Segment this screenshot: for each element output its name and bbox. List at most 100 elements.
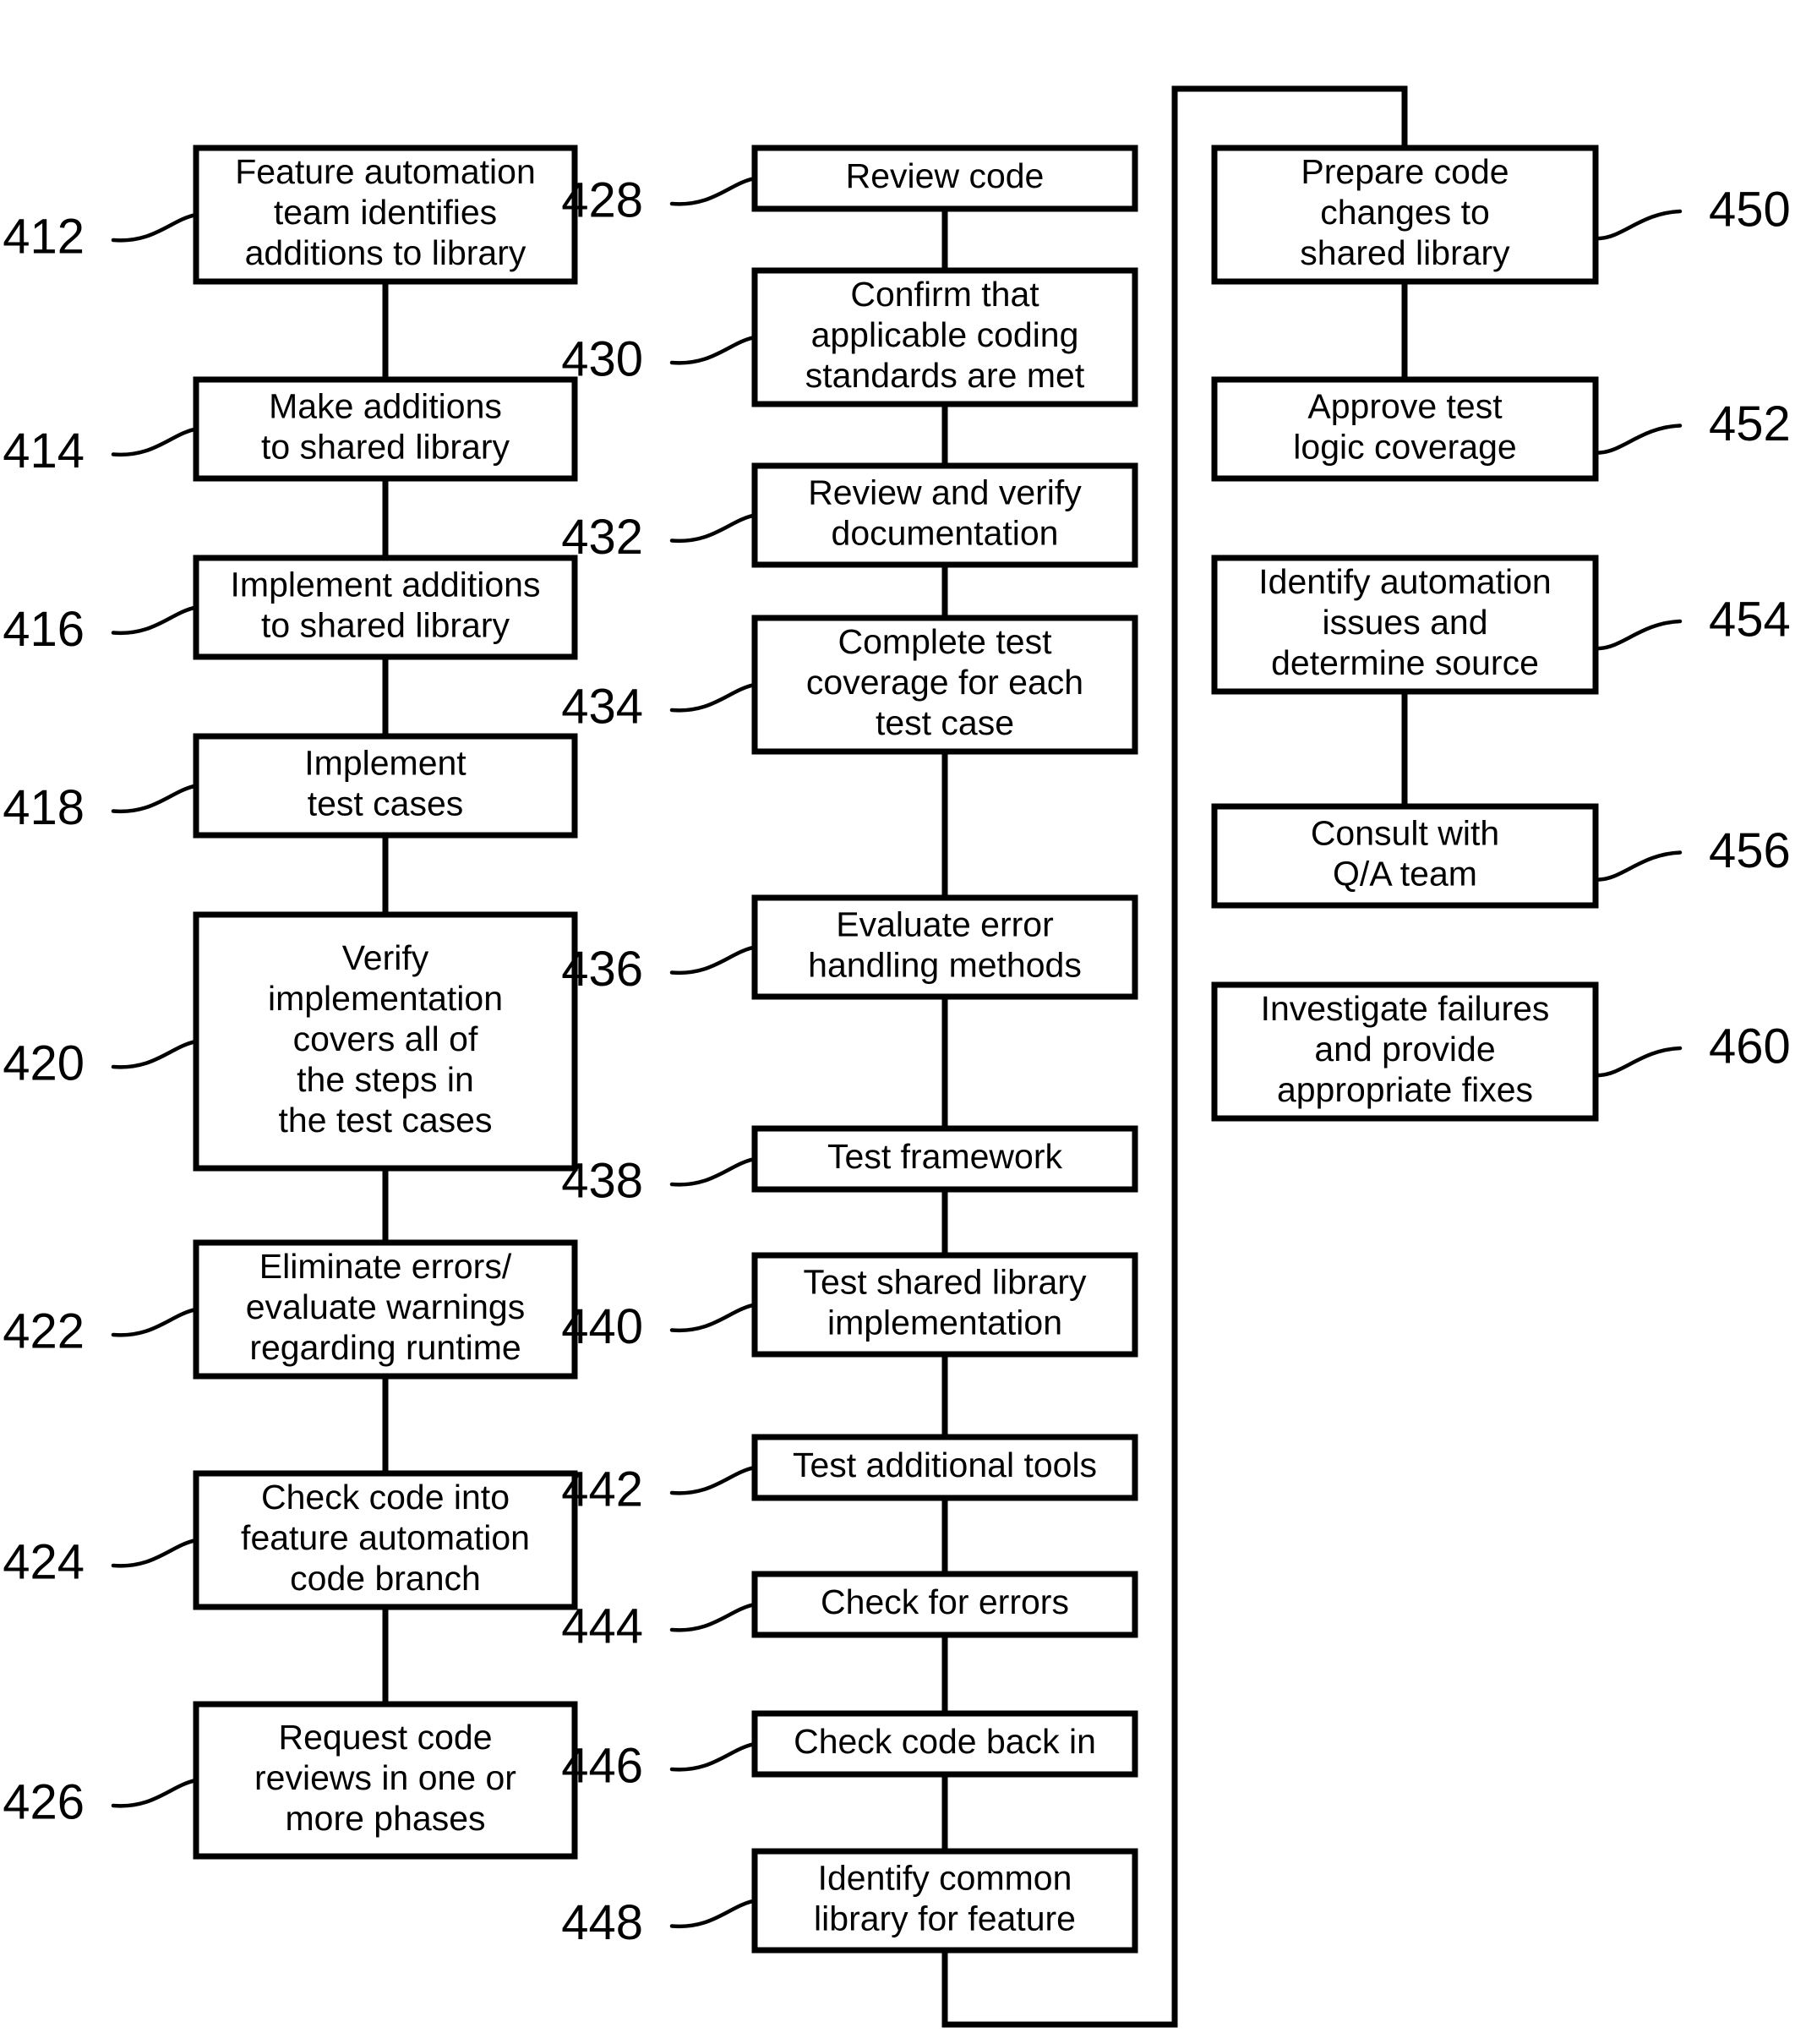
- leader-line-444: [669, 1602, 757, 1632]
- node-label-440: Test shared library: [804, 1262, 1087, 1301]
- leader-line-418: [111, 784, 199, 814]
- process-node-424: Check code intofeature automationcode br…: [193, 1470, 578, 1610]
- node-label-450: changes to: [1320, 193, 1490, 232]
- node-label-446: Check code back in: [794, 1722, 1096, 1761]
- process-node-442: Test additional tools: [751, 1434, 1138, 1501]
- process-node-422: Eliminate errors/evaluate warningsregard…: [193, 1239, 578, 1380]
- patent-flowchart: Feature automation team identifies additio…: [0, 0, 1795, 2044]
- leader-line-430: [669, 335, 757, 365]
- leader-line-424: [111, 1538, 199, 1568]
- node-label-454: determine source: [1271, 643, 1539, 682]
- leader-line-420: [111, 1039, 199, 1069]
- process-node-414: Make additionsto shared library: [193, 376, 578, 482]
- node-label-454: issues and: [1322, 603, 1487, 642]
- reference-numeral-text-414: 414: [3, 424, 85, 478]
- node-label-416: to shared library: [261, 605, 510, 644]
- reference-numeral-448: 448: [561, 1895, 757, 1950]
- node-label-454: Identify automation: [1258, 562, 1551, 601]
- reference-numeral-text-454: 454: [1709, 592, 1791, 647]
- process-node-454: Identify automationissues anddetermine s…: [1211, 555, 1599, 695]
- node-label-412: team identifies: [274, 193, 497, 232]
- node-label-412: Feature automation: [235, 152, 536, 191]
- reference-numeral-428: 428: [561, 172, 757, 227]
- process-node-446: Check code back in: [751, 1710, 1138, 1778]
- reference-numeral-444: 444: [561, 1599, 757, 1653]
- process-node-450: Prepare codechanges toshared library: [1211, 145, 1599, 285]
- reference-numeral-text-456: 456: [1709, 823, 1791, 878]
- node-label-450: Prepare code: [1301, 152, 1509, 191]
- process-node-416: Implement additionsto shared library: [193, 555, 578, 660]
- leader-line-428: [669, 176, 757, 206]
- leader-line-454: [1593, 619, 1683, 651]
- node-label-434: Complete test: [838, 622, 1053, 661]
- process-node-448: Identify commonlibrary for feature: [751, 1848, 1138, 1954]
- reference-numeral-text-422: 422: [3, 1303, 85, 1358]
- node-label-422: Eliminate errors/: [259, 1247, 512, 1286]
- reference-numeral-text-432: 432: [561, 510, 643, 565]
- node-label-436: Evaluate error: [836, 904, 1054, 943]
- leader-line-432: [669, 513, 757, 544]
- node-label-456: Q/A team: [1333, 854, 1477, 893]
- reference-numeral-414: 414: [3, 424, 199, 478]
- reference-numeral-text-448: 448: [561, 1895, 643, 1950]
- reference-numeral-text-412: 412: [3, 209, 85, 264]
- reference-numeral-text-424: 424: [3, 1534, 85, 1589]
- node-label-460: Investigate failures: [1261, 989, 1550, 1028]
- process-node-460: Investigate failuresand provideappropria…: [1211, 981, 1599, 1122]
- node-label-430: standards are met: [805, 356, 1085, 395]
- reference-numeral-text-444: 444: [561, 1599, 643, 1653]
- process-node-440: Test shared libraryimplementation: [751, 1252, 1138, 1358]
- reference-numeral-420: 420: [3, 1036, 199, 1090]
- reference-numeral-text-440: 440: [561, 1299, 643, 1354]
- reference-numeral-text-430: 430: [561, 331, 643, 386]
- reference-numeral-418: 418: [3, 780, 199, 835]
- process-node-452: Approve testlogic coverage: [1211, 376, 1599, 482]
- node-label-422: evaluate warnings: [246, 1287, 525, 1326]
- node-label-460: appropriate fixes: [1277, 1070, 1533, 1109]
- process-node-418: Implementtest cases: [193, 733, 578, 839]
- process-node-444: Check for errors: [751, 1571, 1138, 1638]
- reference-numeral-text-452: 452: [1709, 396, 1791, 451]
- node-label-420: implementation: [268, 979, 503, 1018]
- node-label-420: the test cases: [279, 1101, 493, 1140]
- node-label-420: covers all of: [293, 1019, 478, 1058]
- node-label-424: feature automation: [241, 1518, 530, 1557]
- leader-line-448: [669, 1899, 757, 1929]
- node-label-434: test case: [876, 703, 1014, 742]
- process-node-412: Feature automationteam identifiesadditio…: [193, 145, 578, 285]
- node-label-414: to shared library: [261, 427, 510, 466]
- process-node-438: Test framework: [751, 1125, 1138, 1193]
- process-node-434: Complete testcoverage for eachtest case: [751, 615, 1138, 755]
- node-label-426: reviews in one or: [254, 1758, 516, 1797]
- reference-numeral-430: 430: [561, 331, 757, 386]
- node-label-438: Test framework: [827, 1137, 1062, 1176]
- node-label-432: documentation: [832, 513, 1059, 552]
- reference-numeral-text-446: 446: [561, 1738, 643, 1793]
- node-label-430: Confirm that: [850, 275, 1039, 314]
- reference-numeral-440: 440: [561, 1299, 757, 1354]
- reference-numeral-446: 446: [561, 1738, 757, 1793]
- leader-line-452: [1593, 424, 1683, 455]
- node-label-450: shared library: [1300, 233, 1510, 272]
- node-label-414: Make additions: [269, 386, 502, 425]
- process-node-426: Request codereviews in one ormore phases: [193, 1701, 578, 1860]
- process-node-420: Verifyimplementationcovers all ofthe ste…: [193, 911, 578, 1172]
- node-label-448: Identify common: [818, 1858, 1072, 1897]
- leader-line-438: [669, 1156, 757, 1187]
- leader-line-450: [1593, 209, 1683, 241]
- reference-numeral-text-428: 428: [561, 172, 643, 227]
- reference-numeral-450: 450: [1593, 182, 1791, 241]
- reference-numeral-text-450: 450: [1709, 182, 1791, 237]
- node-label-444: Check for errors: [821, 1582, 1069, 1621]
- node-label-436: handling methods: [808, 945, 1082, 984]
- node-label-418: Implement: [304, 743, 466, 782]
- reference-numeral-438: 438: [561, 1153, 757, 1208]
- node-label-432: Review and verify: [808, 473, 1082, 511]
- leader-line-422: [111, 1307, 199, 1337]
- node-label-452: logic coverage: [1293, 427, 1516, 466]
- reference-numeral-412: 412: [3, 209, 199, 264]
- reference-numeral-416: 416: [3, 602, 199, 657]
- leader-line-426: [111, 1778, 199, 1808]
- reference-numeral-426: 426: [3, 1774, 199, 1829]
- reference-numeral-434: 434: [561, 679, 757, 734]
